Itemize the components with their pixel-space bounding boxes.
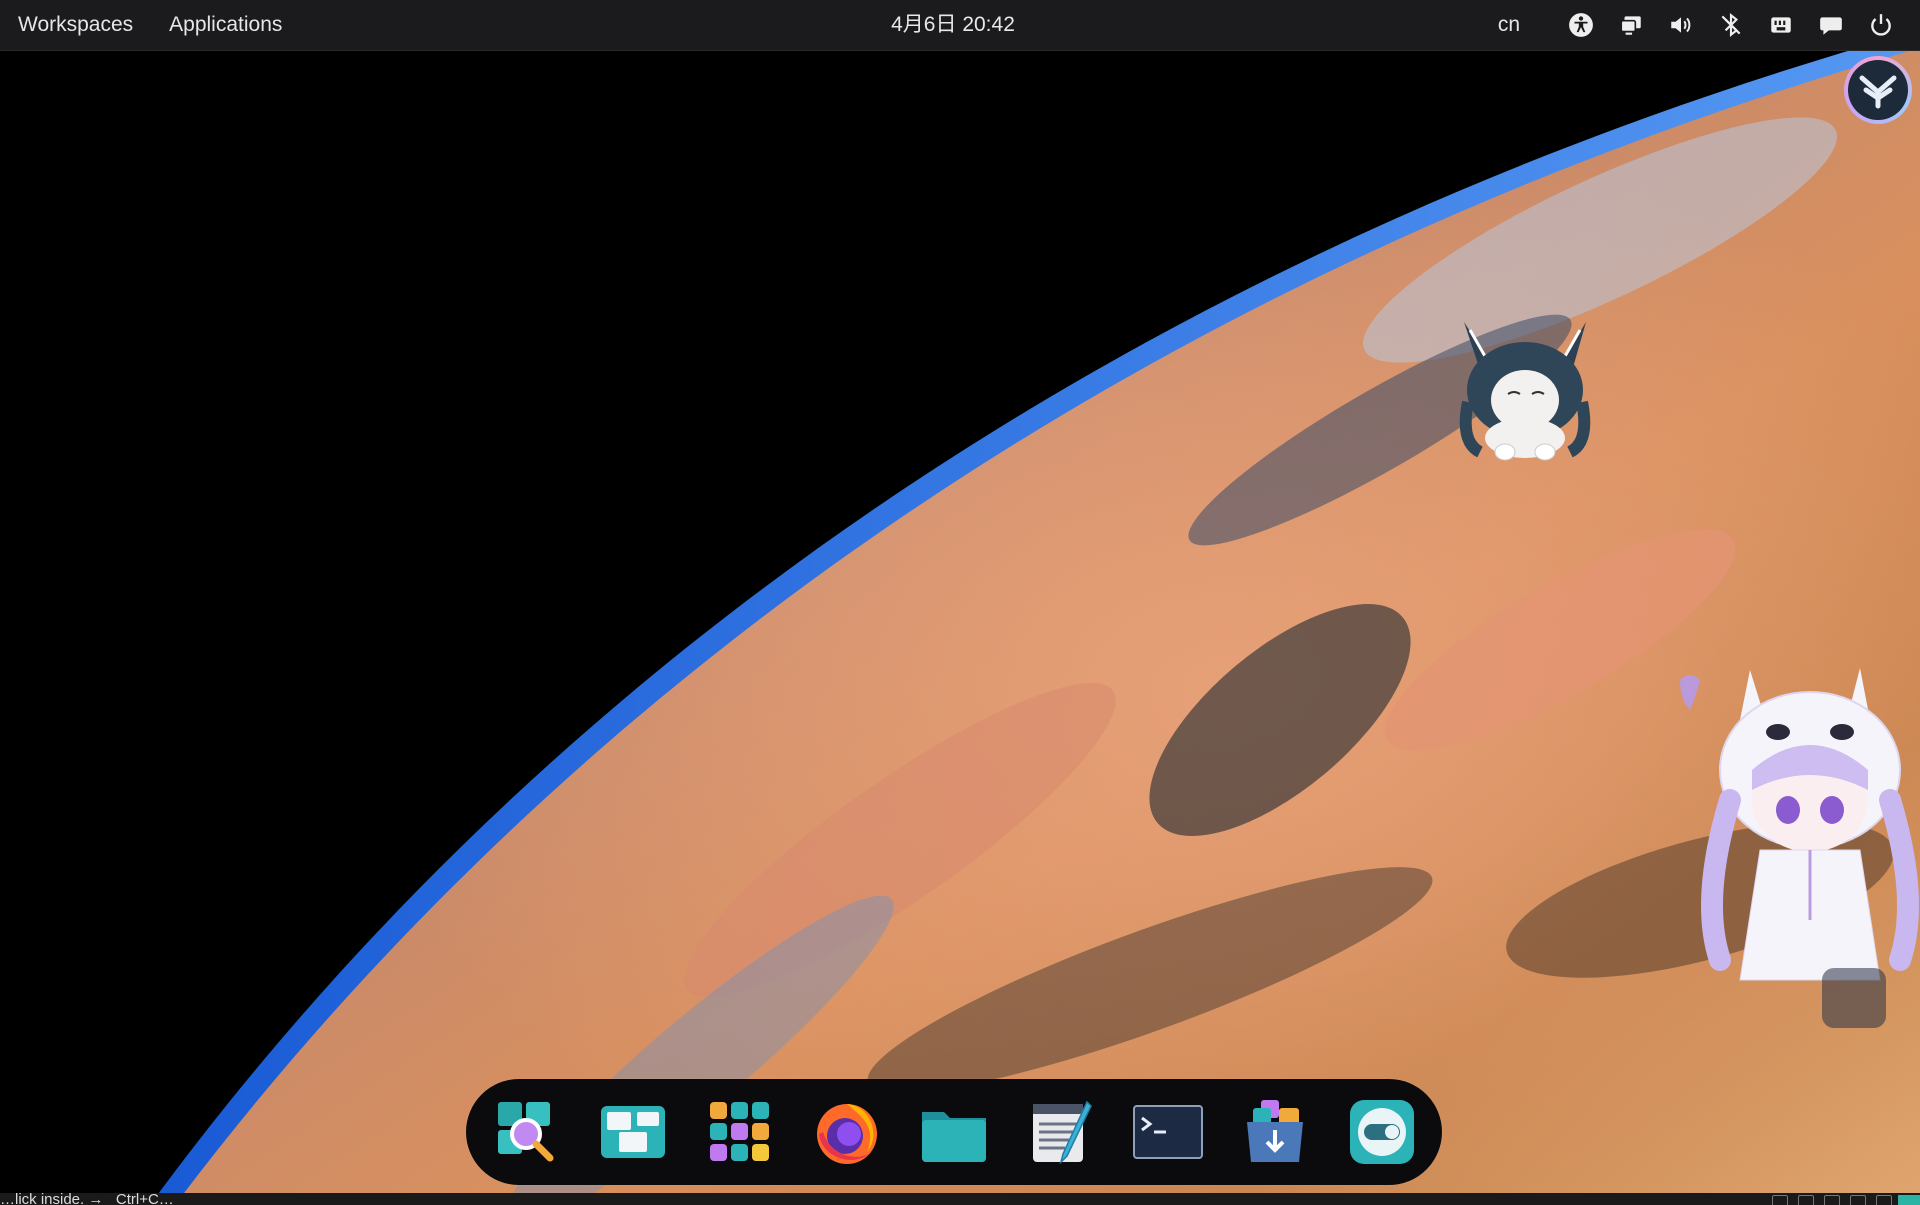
chat-icon[interactable] <box>1806 0 1856 50</box>
dock-item-window-overview[interactable] <box>580 1079 687 1185</box>
terminal-icon <box>1133 1105 1203 1159</box>
accessibility-icon[interactable] <box>1556 0 1606 50</box>
status-accent-indicator <box>1898 1195 1920 1205</box>
network-wired-icon[interactable] <box>1756 0 1806 50</box>
window-overview-icon <box>601 1106 665 1158</box>
status-icons <box>1772 1195 1892 1205</box>
applications-button[interactable]: Applications <box>151 0 300 50</box>
dock-item-search[interactable] <box>473 1079 580 1185</box>
firefox-icon <box>817 1104 877 1164</box>
input-method-indicator[interactable]: cn <box>1498 13 1520 37</box>
dock-item-terminal[interactable] <box>1115 1079 1222 1185</box>
bluetooth-off-icon[interactable] <box>1706 0 1756 50</box>
dock-item-toggle-settings[interactable] <box>1329 1079 1436 1185</box>
text-editor-icon <box>1033 1100 1092 1165</box>
dock-item-app-grid[interactable] <box>687 1079 794 1185</box>
desktop-mascot-ghost[interactable] <box>1660 660 1920 1000</box>
files-folder-icon <box>922 1112 986 1162</box>
search-app-icon <box>498 1102 554 1162</box>
display-icon[interactable] <box>1606 0 1656 50</box>
desktop-mascot-dark[interactable] <box>1450 312 1600 462</box>
bottom-status-strip: …lick inside. →_ Ctrl+C… <box>0 1193 1920 1205</box>
desktop-wallpaper <box>0 0 1920 1205</box>
top-panel: Workspaces Applications 4月6日 20:42 cn <box>0 0 1920 51</box>
workspaces-button[interactable]: Workspaces <box>0 0 151 50</box>
toggle-settings-icon <box>1350 1100 1414 1164</box>
dock <box>466 1079 1442 1185</box>
dock-item-software-installer[interactable] <box>1222 1079 1329 1185</box>
logo-icon <box>1848 60 1908 120</box>
floating-logo-button[interactable] <box>1844 56 1912 124</box>
dock-item-firefox[interactable] <box>794 1079 901 1185</box>
system-tray: cn <box>1498 0 1906 50</box>
volume-icon[interactable] <box>1656 0 1706 50</box>
dock-item-files[interactable] <box>901 1079 1008 1185</box>
floating-widget-tile[interactable] <box>1822 968 1886 1028</box>
app-grid-icon <box>710 1102 769 1161</box>
power-icon[interactable] <box>1856 0 1906 50</box>
status-hint-text: …lick inside. →_ Ctrl+C… <box>0 1193 174 1205</box>
clock[interactable]: 4月6日 20:42 <box>891 13 1015 36</box>
software-installer-icon <box>1247 1100 1303 1162</box>
dock-item-text-editor[interactable] <box>1008 1079 1115 1185</box>
